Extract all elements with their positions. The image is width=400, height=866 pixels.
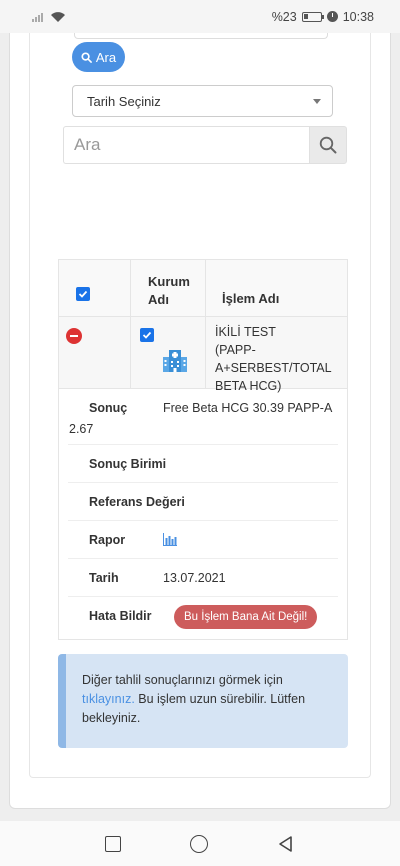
info-alert: Diğer tahlil sonuçlarınızı görmek için t… <box>58 654 348 748</box>
results-table: Kurum Adı İşlem Adı İKİLİ TEST (PAPP-A+S… <box>58 259 348 640</box>
page-content: Ara Tarih Seçiniz Kurum Adı İşlem A <box>0 33 400 821</box>
row-checkbox[interactable] <box>140 328 154 342</box>
recent-apps-button[interactable] <box>104 835 121 852</box>
select-all-checkbox[interactable] <box>76 287 90 301</box>
header-islem-label: İşlem Adı <box>222 291 280 306</box>
detail-rapor: Rapor <box>68 521 338 559</box>
row-details: Sonuç Free Beta HCG 30.39 PAPP-A 2.67 So… <box>58 389 348 640</box>
battery-percent: %23 <box>271 9 297 24</box>
detail-referans: Referans Değeri <box>68 483 338 521</box>
search-submit-button[interactable] <box>309 126 347 164</box>
row-kurum-cell <box>131 317 206 388</box>
search-input[interactable] <box>63 126 309 164</box>
clock-time: 10:38 <box>342 9 374 24</box>
detail-tarih: Tarih 13.07.2021 <box>68 559 338 597</box>
back-button[interactable] <box>277 835 295 853</box>
status-left <box>32 11 66 23</box>
detail-sonuc-value: Free Beta HCG 30.39 PAPP-A <box>163 401 333 415</box>
date-select[interactable]: Tarih Seçiniz <box>72 85 333 117</box>
row-islem-cell: İKİLİ TEST (PAPP-A+SERBEST/TOTAL BETA HC… <box>206 317 347 393</box>
hospital-building-icon <box>163 350 187 372</box>
bar-chart-icon[interactable] <box>163 533 177 546</box>
header-kurum: Kurum Adı <box>131 260 206 316</box>
battery-icon <box>301 11 324 22</box>
detail-tarih-value: 13.07.2021 <box>163 571 226 585</box>
android-nav-bar <box>0 821 400 866</box>
search-button[interactable]: Ara <box>72 42 125 72</box>
home-button[interactable] <box>189 834 208 853</box>
detail-referans-label: Referans Değeri <box>89 495 185 509</box>
detail-sonuc-label: Sonuç <box>89 401 128 415</box>
alarm-icon <box>326 11 338 22</box>
header-select-all-cell <box>59 260 131 316</box>
detail-sonuc-value-cont: 2.67 <box>69 422 94 436</box>
collapse-row-button[interactable] <box>66 328 82 344</box>
islem-name: İKİLİ TEST (PAPP-A+SERBEST/TOTAL BETA HC… <box>215 325 332 393</box>
search-button-label: Ara <box>95 49 117 65</box>
search-icon <box>81 51 92 63</box>
signal-icon <box>32 13 43 22</box>
detail-hata: Hata Bildir Bu İşlem Bana Ait Değil! <box>68 597 338 639</box>
date-select-value: Tarih Seçiniz <box>87 93 161 109</box>
top-input-field[interactable] <box>74 33 328 39</box>
alert-text-before: Diğer tahlil sonuçlarınızı görmek için <box>82 673 283 687</box>
table-row: İKİLİ TEST (PAPP-A+SERBEST/TOTAL BETA HC… <box>58 317 348 393</box>
detail-tarih-label: Tarih <box>89 571 119 585</box>
detail-birim: Sonuç Birimi <box>68 445 338 483</box>
detail-sonuc: Sonuç Free Beta HCG 30.39 PAPP-A 2.67 <box>68 389 338 445</box>
search-group <box>63 126 347 164</box>
header-kurum-label: Kurum Adı <box>148 274 190 307</box>
report-error-button[interactable]: Bu İşlem Bana Ait Değil! <box>174 605 318 629</box>
detail-rapor-label: Rapor <box>89 533 126 547</box>
alert-link[interactable]: tıklayınız. <box>82 692 135 706</box>
search-icon <box>319 136 337 154</box>
status-bar: %23 10:38 <box>0 0 400 33</box>
status-right: %23 10:38 <box>272 10 374 24</box>
detail-hata-label: Hata Bildir <box>89 609 152 623</box>
chevron-down-icon <box>313 99 321 104</box>
table-header: Kurum Adı İşlem Adı <box>58 259 348 317</box>
header-islem: İşlem Adı <box>206 260 347 316</box>
detail-birim-label: Sonuç Birimi <box>89 457 167 471</box>
check-icon <box>78 290 88 298</box>
check-icon <box>142 331 152 339</box>
wifi-icon <box>51 11 65 22</box>
row-toggle-cell <box>59 317 131 388</box>
